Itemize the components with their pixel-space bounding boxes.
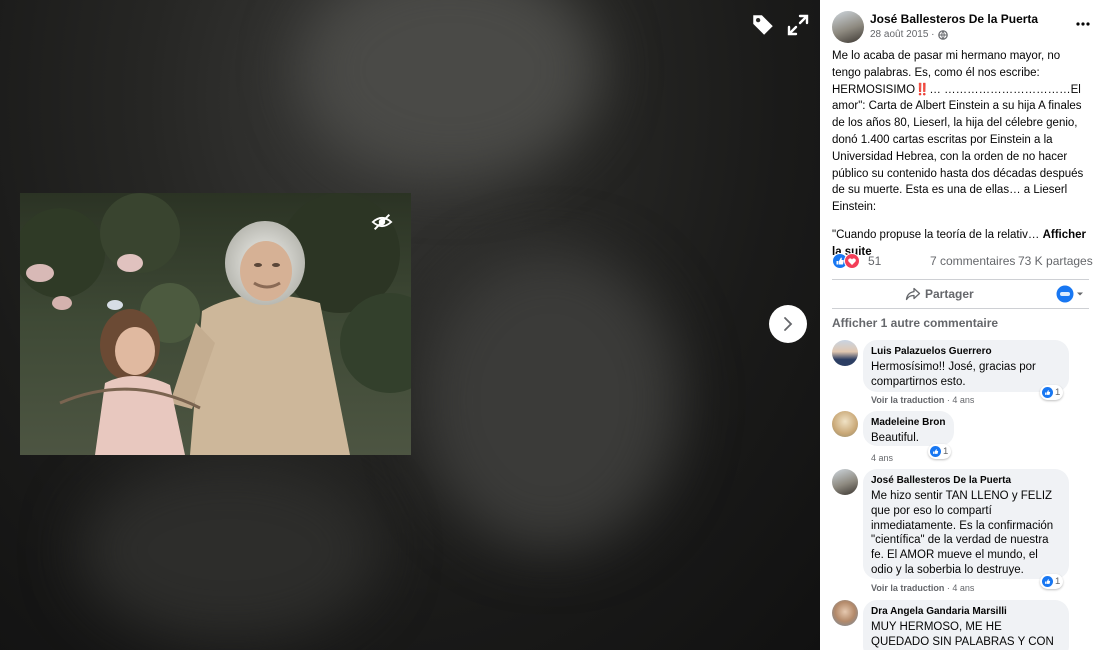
commenter-avatar[interactable] xyxy=(832,600,858,626)
comment-bubble: José Ballesteros De la Puerta Me hizo se… xyxy=(863,469,1069,579)
like-icon xyxy=(1042,387,1053,398)
comment-time[interactable]: · 4 ans xyxy=(947,395,975,405)
share-button-label: Partager xyxy=(925,287,974,301)
more-options-icon[interactable] xyxy=(1074,14,1092,32)
comment-bubble: Madeleine Bron Beautiful. xyxy=(863,411,954,446)
post-side-panel: José Ballesteros De la Puerta 28 août 20… xyxy=(820,0,1100,650)
post-body: Me lo acaba de pasar mi hermano mayor, n… xyxy=(832,48,1092,261)
comment-meta: Voir la traduction · 4 ans xyxy=(871,395,974,405)
comment-item: Madeleine Bron Beautiful. 4 ans 1 xyxy=(832,411,1094,463)
reaction-count[interactable]: 51 xyxy=(868,254,881,268)
share-arrow-icon xyxy=(905,287,921,301)
see-translation-link[interactable]: Voir la traduction xyxy=(871,583,944,593)
post-date-text: 28 août 2015 · xyxy=(870,29,935,40)
globe-icon xyxy=(937,29,948,40)
commenter-avatar[interactable] xyxy=(832,411,858,437)
comment-author[interactable]: Luis Palazuelos Guerrero xyxy=(871,346,1061,358)
page-avatar-icon xyxy=(1056,285,1074,303)
reaction-icons[interactable] xyxy=(832,253,862,269)
post-timestamp[interactable]: 28 août 2015 · xyxy=(870,29,1038,40)
shares-count[interactable]: 73 K partages xyxy=(1018,254,1093,268)
like-icon xyxy=(930,446,941,457)
author-name[interactable]: José Ballesteros De la Puerta xyxy=(870,12,1038,26)
background-blur xyxy=(80,460,380,640)
divider xyxy=(832,279,1089,280)
photo-viewer xyxy=(0,0,820,650)
comment-text: Hermosísimo!! José, gracias por comparti… xyxy=(871,361,1036,388)
comment-text: MUY HERMOSO, ME HE QUEDADO SIN PALABRAS … xyxy=(871,621,1054,648)
chevron-right-icon xyxy=(784,317,793,331)
comment-like-count[interactable]: 1 xyxy=(1040,385,1064,400)
comment-like-number: 1 xyxy=(943,446,949,457)
comment-author[interactable]: Dra Angela Gandaria Marsilli xyxy=(871,606,1061,618)
comment-author[interactable]: José Ballesteros De la Puerta xyxy=(871,475,1061,487)
commenter-avatar[interactable] xyxy=(832,469,858,495)
like-icon xyxy=(1042,576,1053,587)
eye-slash-icon[interactable] xyxy=(371,211,393,233)
comment-meta: 4 ans xyxy=(871,453,893,463)
comment-item: José Ballesteros De la Puerta Me hizo se… xyxy=(832,469,1094,597)
comment-item: Luis Palazuelos Guerrero Hermosísimo!! J… xyxy=(832,340,1094,408)
comments-count[interactable]: 7 commentaires xyxy=(930,254,1015,268)
commenter-avatar[interactable] xyxy=(832,340,858,366)
comment-item: Dra Angela Gandaria Marsilli MUY HERMOSO… xyxy=(832,600,1094,650)
comment-bubble: Dra Angela Gandaria Marsilli MUY HERMOSO… xyxy=(863,600,1069,650)
comment-time[interactable]: 4 ans xyxy=(871,453,893,463)
comment-like-number: 1 xyxy=(1055,387,1061,398)
tag-icon[interactable] xyxy=(750,12,776,38)
post-stats: 51 7 commentaires 73 K partages xyxy=(832,252,1094,272)
caret-down-icon xyxy=(1077,292,1083,296)
see-translation-link[interactable]: Voir la traduction xyxy=(871,395,944,405)
comment-like-count[interactable]: 1 xyxy=(928,444,952,459)
comment-as-selector[interactable] xyxy=(1056,285,1086,303)
photo-image xyxy=(20,193,411,455)
background-blur xyxy=(300,0,600,180)
next-photo-button[interactable] xyxy=(769,305,807,343)
background-blur xyxy=(420,250,680,550)
comment-meta: Voir la traduction · 4 ans xyxy=(871,583,974,593)
divider xyxy=(832,308,1089,309)
post-photo[interactable] xyxy=(20,193,411,455)
comment-bubble: Luis Palazuelos Guerrero Hermosísimo!! J… xyxy=(863,340,1069,392)
author-avatar[interactable] xyxy=(832,11,864,43)
post-text-truncated: "Cuando propuse la teoría de la relativ… xyxy=(832,228,1040,241)
comment-author[interactable]: Madeleine Bron xyxy=(871,417,946,429)
post-header: José Ballesteros De la Puerta 28 août 20… xyxy=(832,11,1094,45)
comment-like-count[interactable]: 1 xyxy=(1040,574,1064,589)
comment-time[interactable]: · 4 ans xyxy=(947,583,975,593)
post-text-paragraph: Me lo acaba de pasar mi hermano mayor, n… xyxy=(832,50,1084,214)
expand-icon[interactable] xyxy=(786,13,810,37)
share-button[interactable]: Partager xyxy=(905,282,974,306)
view-more-comments-link[interactable]: Afficher 1 autre commentaire xyxy=(832,316,998,330)
comment-like-number: 1 xyxy=(1055,576,1061,587)
comment-text: Me hizo sentir TAN LLENO y FELIZ que por… xyxy=(871,490,1054,576)
